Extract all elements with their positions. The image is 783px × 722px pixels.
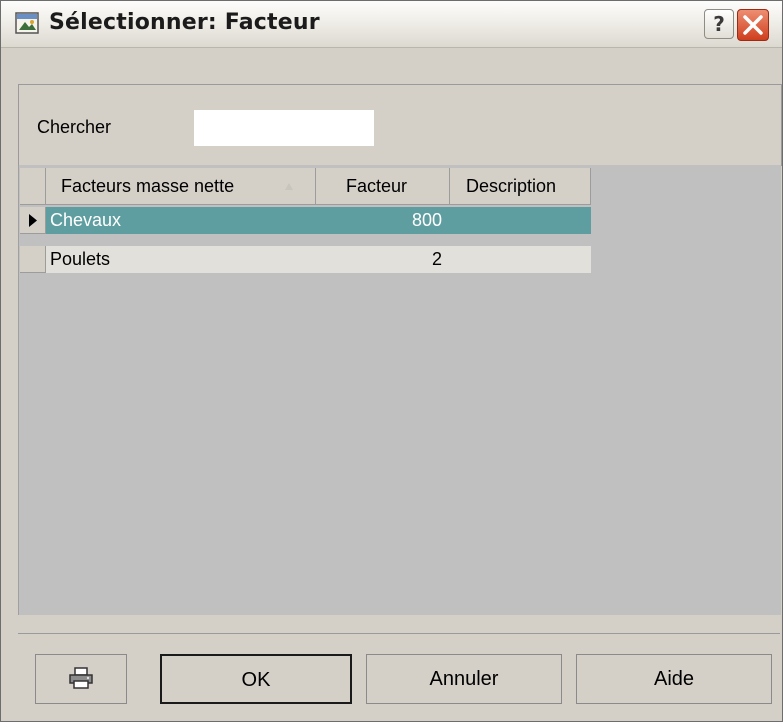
title-bar[interactable]: Sélectionner: Facteur ? (1, 1, 782, 48)
table-cell-description[interactable] (450, 246, 591, 273)
column-header-factor[interactable]: Facteur (316, 168, 450, 205)
search-label: Chercher (37, 117, 112, 137)
column-header-name[interactable]: Facteurs masse nette (46, 168, 316, 205)
search-input[interactable] (194, 110, 374, 146)
table-cell-name[interactable]: Poulets (46, 246, 316, 273)
grid-corner-header (20, 168, 46, 205)
column-header-description[interactable]: Description (450, 168, 591, 205)
help-dialog-button[interactable]: Aide (576, 654, 772, 704)
table-cell-factor[interactable]: 800 (316, 207, 450, 234)
help-button[interactable]: ? (704, 9, 734, 39)
window-title: Sélectionner: Facteur (49, 10, 320, 35)
sort-icon (285, 183, 293, 190)
row-selector[interactable] (20, 246, 46, 273)
close-button[interactable] (737, 9, 769, 41)
cancel-button[interactable]: Annuler (366, 654, 562, 704)
search-panel (18, 84, 782, 166)
printer-icon (69, 667, 93, 689)
table-cell-factor[interactable]: 2 (316, 246, 450, 273)
print-button[interactable] (35, 654, 127, 704)
app-icon (15, 12, 39, 34)
current-row-arrow-icon (29, 214, 37, 227)
ok-button[interactable]: OK (160, 654, 352, 704)
close-icon (743, 15, 763, 35)
row-selector[interactable] (20, 207, 46, 234)
column-header-name-label: Facteurs masse nette (61, 176, 235, 196)
table-cell-name[interactable]: Chevaux (46, 207, 316, 234)
table-cell-description[interactable] (450, 207, 591, 234)
